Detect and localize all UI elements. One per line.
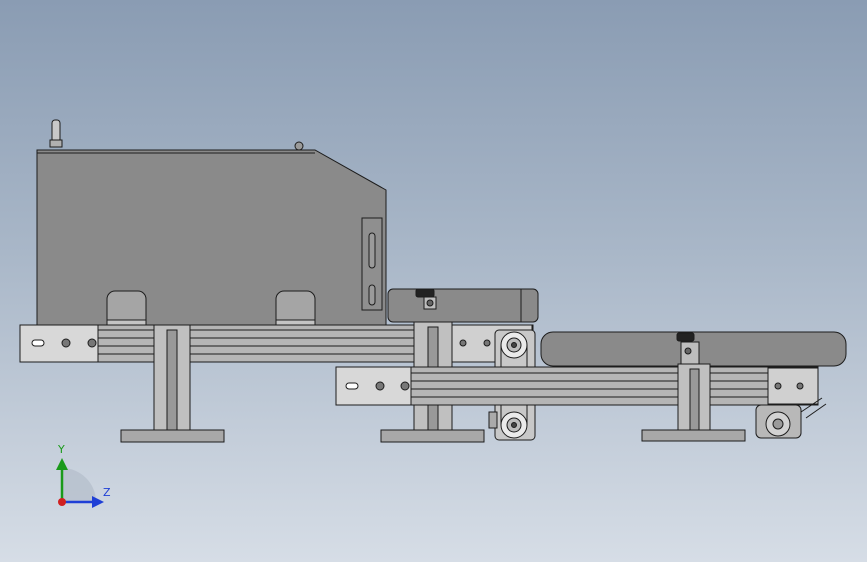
y-axis-arrow-icon <box>56 458 68 470</box>
upper-conveyor-rail <box>19 324 534 363</box>
axis-triad <box>56 458 104 508</box>
z-axis-label: Z <box>103 486 111 499</box>
x-axis-dot-icon <box>58 498 66 506</box>
y-axis-label: Y <box>58 443 65 456</box>
signal-lamp-icon <box>49 119 63 148</box>
lower-conveyor-rail <box>335 366 819 406</box>
conveyor-assembly-drawing <box>19 119 847 508</box>
cad-viewport[interactable]: Y Z <box>0 0 867 562</box>
lower-belt <box>540 331 847 367</box>
upper-housing <box>36 119 387 356</box>
upper-small-belt <box>387 288 539 323</box>
